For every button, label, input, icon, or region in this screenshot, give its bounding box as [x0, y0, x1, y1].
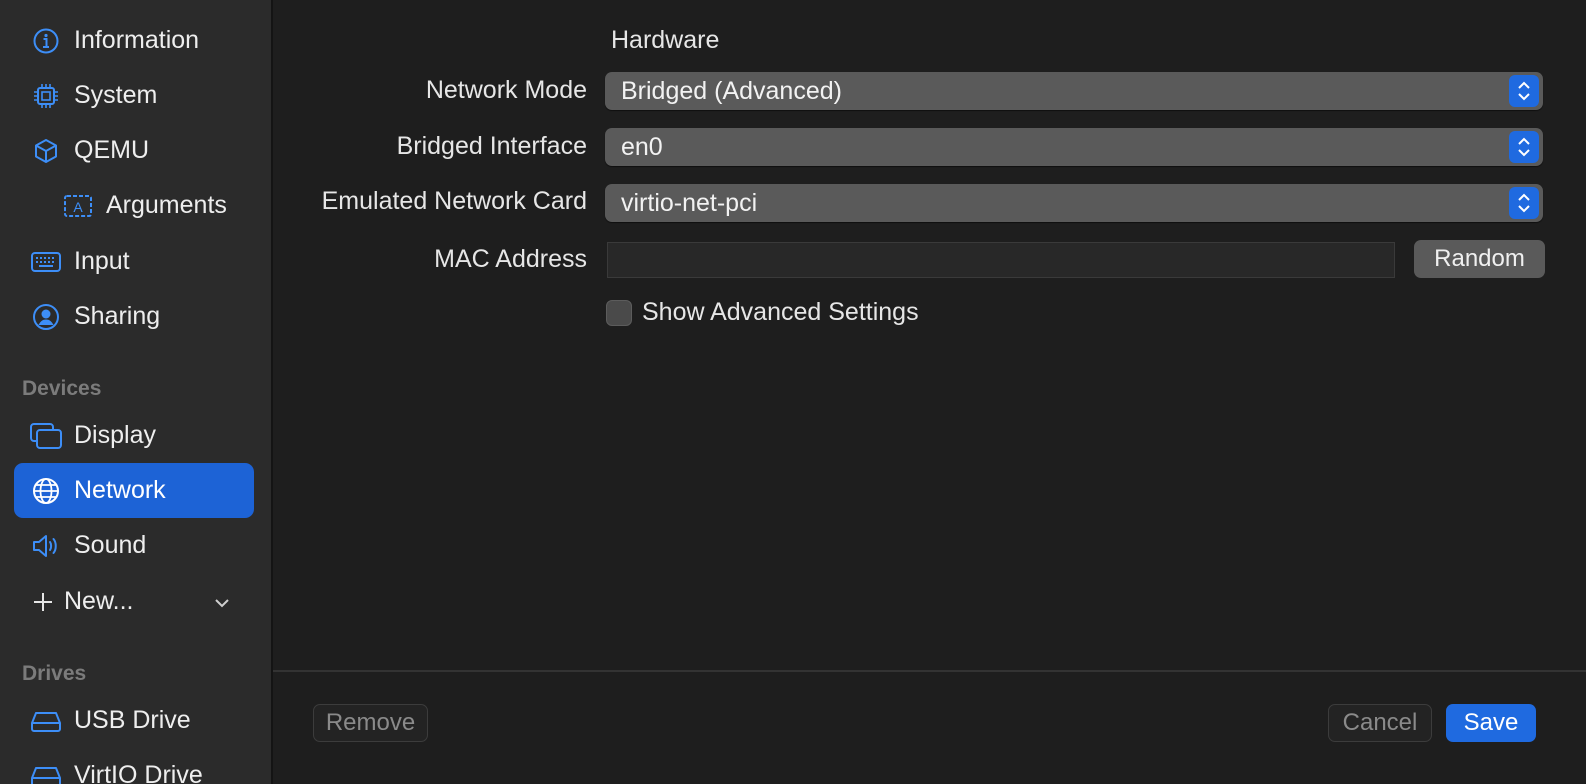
network-card-value: virtio-net-pci	[621, 188, 758, 217]
plus-icon	[30, 586, 56, 618]
sidebar-item-sharing[interactable]: Sharing	[14, 289, 254, 344]
bridged-interface-label: Bridged Interface	[396, 132, 587, 160]
sidebar-item-label: USB Drive	[74, 706, 191, 734]
sidebar-item-label: Sharing	[74, 302, 161, 330]
sidebar-item-label: Arguments	[106, 191, 227, 219]
cancel-button[interactable]: Cancel	[1328, 704, 1432, 742]
text-box-icon: A	[62, 190, 94, 222]
drive-icon	[30, 705, 62, 737]
remove-button[interactable]: Remove	[313, 704, 428, 742]
sidebar-item-label: QEMU	[74, 136, 149, 164]
network-settings-panel: Hardware Network Mode Bridged (Advanced)…	[273, 0, 1586, 784]
show-advanced-label: Show Advanced Settings	[642, 298, 919, 326]
sidebar-item-arguments[interactable]: A Arguments	[46, 178, 254, 233]
network-mode-value: Bridged (Advanced)	[621, 76, 842, 105]
devices-section-header: Devices	[22, 377, 102, 400]
sidebar: Information System QEMU A Arguments Inpu…	[0, 0, 273, 784]
mac-address-label: MAC Address	[434, 245, 587, 273]
updown-chevron-icon	[1509, 187, 1539, 219]
network-mode-select[interactable]: Bridged (Advanced)	[605, 72, 1543, 110]
sidebar-item-input[interactable]: Input	[14, 234, 254, 289]
network-card-label: Emulated Network Card	[321, 187, 587, 215]
network-card-select[interactable]: virtio-net-pci	[605, 184, 1543, 222]
show-advanced-checkbox[interactable]	[606, 300, 632, 326]
sidebar-item-label: Input	[74, 247, 130, 275]
cube-icon	[30, 135, 62, 167]
new-device-menu[interactable]: New...	[14, 574, 254, 629]
drive-icon	[30, 760, 62, 784]
bridged-interface-value: en0	[621, 132, 663, 161]
sidebar-item-label: Sound	[74, 531, 147, 559]
sidebar-item-label: VirtIO Drive	[74, 761, 203, 784]
sidebar-item-label: Information	[74, 26, 200, 54]
globe-icon	[30, 475, 62, 507]
chevron-down-icon	[212, 591, 232, 611]
sidebar-item-usb-drive[interactable]: USB Drive	[14, 693, 254, 748]
updown-chevron-icon	[1509, 131, 1539, 163]
sidebar-item-label: System	[74, 81, 158, 109]
network-mode-label: Network Mode	[425, 76, 587, 104]
sidebar-item-label: Network	[74, 476, 166, 504]
mac-address-input[interactable]	[607, 242, 1395, 278]
sidebar-item-information[interactable]: Information	[14, 13, 254, 68]
speaker-icon	[30, 530, 62, 562]
sidebar-item-label: Display	[74, 421, 156, 449]
save-button[interactable]: Save	[1446, 704, 1536, 742]
random-mac-button[interactable]: Random	[1414, 240, 1545, 278]
sidebar-item-display[interactable]: Display	[14, 408, 254, 463]
person-circle-icon	[30, 301, 62, 333]
info-circle-icon	[30, 25, 62, 57]
updown-chevron-icon	[1509, 75, 1539, 107]
sidebar-item-system[interactable]: System	[14, 68, 254, 123]
sidebar-item-virtio-drive[interactable]: VirtIO Drive	[14, 748, 254, 784]
section-title: Hardware	[611, 26, 720, 54]
sidebar-item-network[interactable]: Network	[14, 463, 254, 518]
keyboard-icon	[30, 246, 62, 278]
display-windows-icon	[30, 420, 62, 452]
sidebar-item-sound[interactable]: Sound	[14, 518, 254, 573]
new-device-label: New...	[64, 587, 134, 615]
footer-divider	[273, 670, 1586, 672]
sidebar-item-qemu[interactable]: QEMU	[14, 123, 254, 178]
svg-text:A: A	[73, 199, 83, 215]
bridged-interface-select[interactable]: en0	[605, 128, 1543, 166]
cpu-chip-icon	[30, 80, 62, 112]
drives-section-header: Drives	[22, 662, 87, 685]
